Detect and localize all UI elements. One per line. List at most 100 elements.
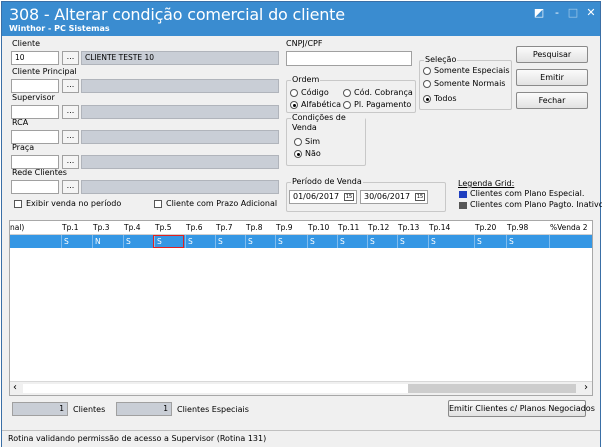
grid-cell[interactable]: S bbox=[124, 235, 155, 248]
supervisor-name-field bbox=[81, 105, 279, 119]
grid-cell[interactable]: S bbox=[368, 235, 398, 248]
rca-name-field bbox=[81, 130, 279, 144]
grid-header-cell[interactable]: Tp.1 bbox=[62, 221, 79, 234]
clientes-grid[interactable]: nal) Tp.1 Tp.3 Tp.4 Tp.5 Tp.6 Tp.7 Tp.8 … bbox=[9, 220, 593, 396]
praca-input[interactable] bbox=[11, 155, 59, 169]
selecao-especiais-label: Somente Especiais bbox=[434, 66, 510, 75]
clientes-count-label: Clientes bbox=[73, 405, 106, 414]
scroll-left-icon[interactable]: ‹ bbox=[13, 382, 17, 394]
ordem-codigo-radio[interactable]: Código bbox=[290, 88, 329, 98]
grid-cell[interactable]: S bbox=[507, 235, 550, 248]
radio-dot-selected bbox=[294, 150, 302, 158]
ordem-cod-cobranca-radio[interactable]: Cód. Cobrança bbox=[343, 88, 413, 98]
grid-header-cell[interactable]: Tp.8 bbox=[246, 221, 263, 234]
condicoes-sim-radio[interactable]: Sim bbox=[294, 137, 320, 147]
grid-header-cell[interactable]: Tp.14 bbox=[429, 221, 450, 234]
grid-cell[interactable]: S bbox=[186, 235, 216, 248]
rca-search-button[interactable]: ... bbox=[62, 130, 79, 144]
grid-cell[interactable]: S bbox=[216, 235, 246, 248]
scroll-right-icon[interactable]: › bbox=[584, 382, 588, 394]
supervisor-input[interactable] bbox=[11, 105, 59, 119]
fechar-button[interactable]: Fechar bbox=[516, 92, 588, 109]
grid-header-cell[interactable]: Tp.13 bbox=[398, 221, 419, 234]
radio-dot bbox=[343, 89, 351, 97]
selecao-todos-radio[interactable]: Todos bbox=[423, 94, 457, 104]
pesquisar-button[interactable]: Pesquisar bbox=[516, 46, 588, 63]
exibir-venda-label: Exibir venda no período bbox=[26, 199, 122, 208]
grid-cell[interactable]: S bbox=[338, 235, 368, 248]
emitir-clientes-planos-button[interactable]: Emitir Clientes c/ Planos Negociados bbox=[448, 400, 595, 417]
supervisor-search-button[interactable]: ... bbox=[62, 105, 79, 119]
emitir-button[interactable]: Emitir bbox=[516, 69, 588, 86]
radio-dot bbox=[290, 89, 298, 97]
cnpj-input[interactable] bbox=[286, 51, 412, 66]
grid-header-cell[interactable]: Tp.9 bbox=[276, 221, 293, 234]
periodo-end-date[interactable]: 30/06/2017 15 bbox=[360, 190, 428, 204]
calendar-icon[interactable]: 15 bbox=[344, 193, 354, 201]
calendar-icon[interactable]: 15 bbox=[415, 193, 425, 201]
grid-cell[interactable]: S bbox=[246, 235, 276, 248]
scroll-track[interactable] bbox=[23, 384, 408, 393]
periodo-start-value: 01/06/2017 bbox=[293, 192, 340, 201]
ordem-alfabetica-radio[interactable]: Alfabética bbox=[290, 100, 341, 110]
cliente-code-input[interactable]: 10 bbox=[11, 51, 59, 65]
cliente-principal-input[interactable] bbox=[11, 79, 59, 93]
grid-header-cell[interactable]: Tp.4 bbox=[124, 221, 141, 234]
grid-header-cell[interactable]: Tp.20 bbox=[475, 221, 496, 234]
prazo-adicional-label: Cliente com Prazo Adicional bbox=[166, 199, 278, 208]
grid-header-cell[interactable]: Tp.98 bbox=[507, 221, 528, 234]
grid-header-cell[interactable]: Tp.3 bbox=[93, 221, 110, 234]
status-bar: Rotina validando permissão de acesso a S… bbox=[2, 430, 600, 447]
rca-input[interactable] bbox=[11, 130, 59, 144]
selecao-normais-radio[interactable]: Somente Normais bbox=[423, 79, 505, 89]
grid-header-cell[interactable]: nal) bbox=[10, 221, 24, 234]
horizontal-scrollbar[interactable]: ‹ › bbox=[10, 381, 592, 395]
rede-clientes-search-button[interactable]: ... bbox=[62, 180, 79, 194]
rca-label: RCA bbox=[12, 118, 29, 127]
cliente-search-button[interactable]: ... bbox=[62, 51, 79, 65]
condicoes-nao-radio[interactable]: Não bbox=[294, 149, 321, 159]
grid-header-cell[interactable]: Tp.6 bbox=[186, 221, 203, 234]
rede-clientes-input[interactable] bbox=[11, 180, 59, 194]
radio-dot bbox=[423, 67, 431, 75]
checkbox-box bbox=[154, 199, 162, 208]
periodo-start-date[interactable]: 01/06/2017 15 bbox=[289, 190, 357, 204]
exibir-venda-checkbox[interactable]: Exibir venda no período bbox=[14, 199, 121, 208]
grid-header-cell[interactable]: Tp.5 bbox=[155, 221, 172, 234]
grid-cell[interactable]: S bbox=[475, 235, 507, 248]
selecao-especiais-radio[interactable]: Somente Especiais bbox=[423, 66, 510, 76]
window-title: 308 - Alterar condição comercial do clie… bbox=[9, 5, 345, 24]
grid-header-cell[interactable]: %Venda 2 bbox=[550, 221, 588, 234]
close-icon[interactable]: ✕ bbox=[584, 7, 598, 19]
grid-cell[interactable] bbox=[550, 235, 592, 248]
grid-cell[interactable]: S bbox=[429, 235, 475, 248]
supervisor-label: Supervisor bbox=[12, 93, 55, 102]
grid-header-cell[interactable]: Tp.7 bbox=[216, 221, 233, 234]
minimize-icon[interactable]: - bbox=[550, 7, 564, 19]
prazo-adicional-checkbox[interactable]: Cliente com Prazo Adicional bbox=[154, 199, 277, 208]
title-bar: 308 - Alterar condição comercial do clie… bbox=[2, 2, 600, 36]
praca-search-button[interactable]: ... bbox=[62, 155, 79, 169]
cliente-principal-search-button[interactable]: ... bbox=[62, 79, 79, 93]
table-row[interactable]: S N S S S S S S S S S S S S S bbox=[10, 235, 592, 248]
grid-cell[interactable]: S bbox=[398, 235, 429, 248]
grid-header-cell[interactable]: Tp.12 bbox=[368, 221, 389, 234]
scroll-thumb[interactable] bbox=[408, 384, 576, 393]
grid-header-cell[interactable]: Tp.10 bbox=[308, 221, 329, 234]
ordem-cod-cobranca-label: Cód. Cobrança bbox=[354, 88, 413, 97]
grid-cell[interactable]: S bbox=[308, 235, 338, 248]
ordem-pl-pagamento-radio[interactable]: Pl. Pagamento bbox=[343, 100, 411, 110]
grid-cell[interactable]: S bbox=[62, 235, 93, 248]
restore-icon[interactable]: ◩ bbox=[532, 7, 546, 19]
cliente-name-field: CLIENTE TESTE 10 bbox=[81, 51, 279, 65]
selected-cell-highlight bbox=[153, 235, 184, 248]
especiais-count: 1 bbox=[116, 402, 172, 416]
maximize-icon[interactable]: □ bbox=[566, 7, 580, 19]
grid-cell[interactable]: N bbox=[93, 235, 124, 248]
ordem-codigo-label: Código bbox=[301, 88, 329, 97]
grid-cell[interactable] bbox=[10, 235, 62, 248]
radio-dot bbox=[423, 80, 431, 88]
grid-header-cell[interactable]: Tp.11 bbox=[338, 221, 359, 234]
grid-cell[interactable]: S bbox=[276, 235, 308, 248]
main-window: 308 - Alterar condição comercial do clie… bbox=[1, 1, 602, 447]
